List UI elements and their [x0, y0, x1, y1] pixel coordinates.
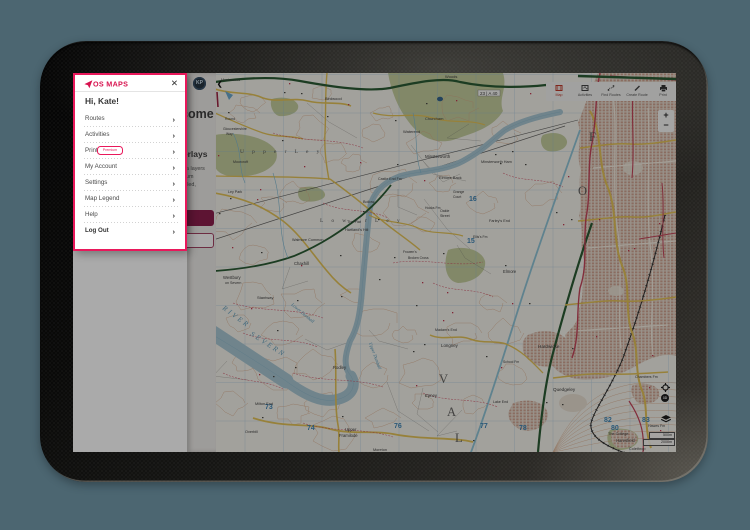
svg-text:OS MAPS: OS MAPS — [93, 79, 128, 88]
